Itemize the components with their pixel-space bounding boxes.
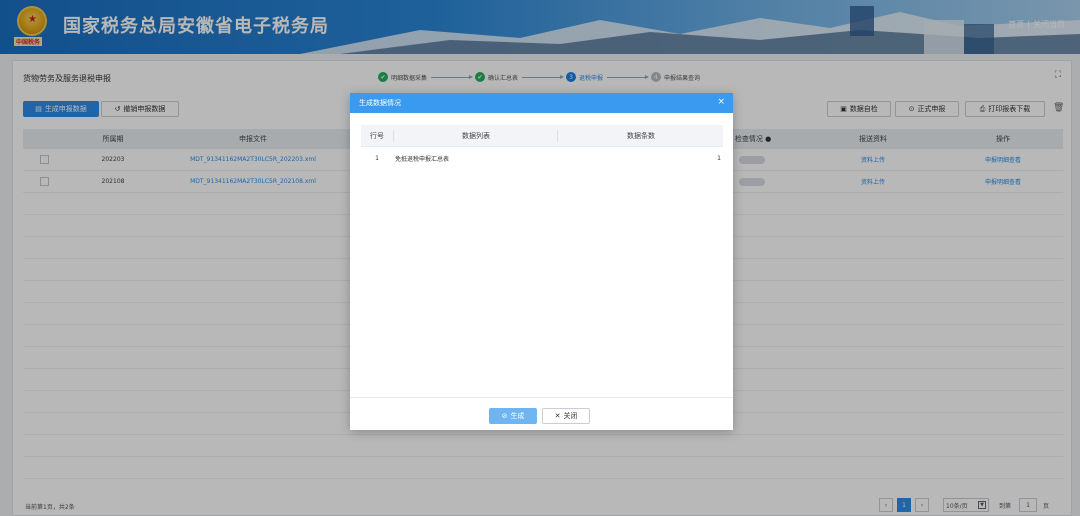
close-x-icon: ✕ xyxy=(554,412,561,420)
generate-button[interactable]: ⊘ 生成 xyxy=(489,408,537,424)
column-divider xyxy=(393,130,394,142)
close-button[interactable]: ✕ 关闭 xyxy=(542,408,590,424)
dialog-table: 行号 数据列表 数据条数 1 免抵退税申报汇总表 1 xyxy=(361,125,723,169)
data-name-cell: 免抵退税申报汇总表 xyxy=(395,155,450,163)
column-divider xyxy=(557,130,558,142)
dialog-table-header: 行号 数据列表 数据条数 xyxy=(361,125,723,147)
col-row-no: 行号 xyxy=(370,131,384,140)
dialog-header: 生成数据情况 × xyxy=(350,93,733,113)
data-count-cell: 1 xyxy=(717,154,721,162)
dialog-title: 生成数据情况 xyxy=(359,99,401,107)
check-circle-icon: ⊘ xyxy=(501,412,508,420)
generate-data-dialog: 生成数据情况 × 行号 数据列表 数据条数 1 免抵退税申报汇总表 1 ⊘ 生成 … xyxy=(350,93,733,430)
col-data-count: 数据条数 xyxy=(627,131,655,140)
close-icon[interactable]: × xyxy=(717,97,725,107)
col-data-list: 数据列表 xyxy=(462,131,490,140)
dialog-table-row: 1 免抵退税申报汇总表 1 xyxy=(361,147,723,169)
dialog-footer: ⊘ 生成 ✕ 关闭 xyxy=(350,397,733,430)
row-no-cell: 1 xyxy=(375,154,379,162)
